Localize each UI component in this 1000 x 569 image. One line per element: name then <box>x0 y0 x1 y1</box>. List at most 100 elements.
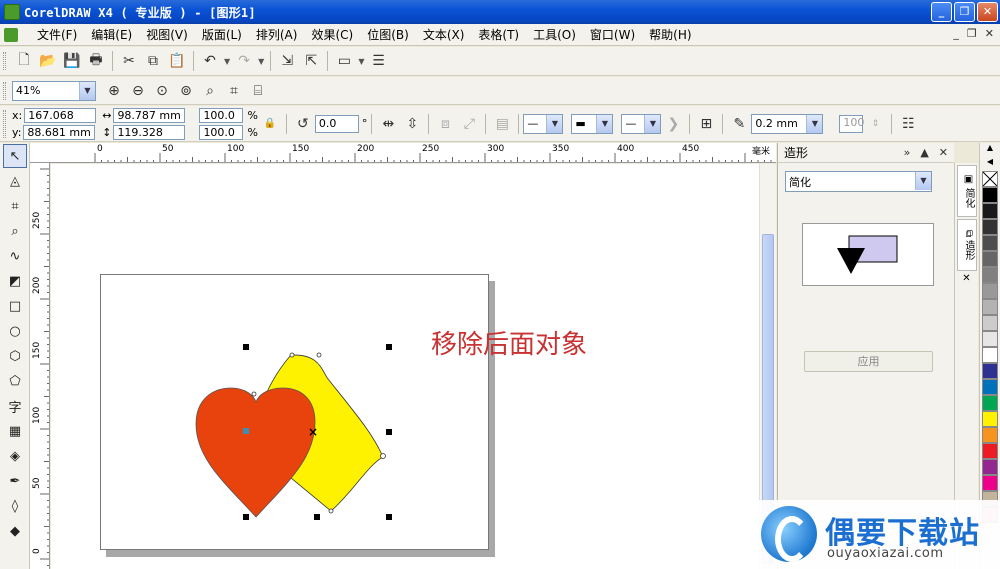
mirror-vertical-icon[interactable]: ⇳ <box>401 113 423 135</box>
new-icon[interactable]: 🗋 <box>13 50 35 72</box>
zoom-page-icon[interactable]: ⌕ <box>199 80 221 102</box>
doc-restore-icon[interactable]: ❐ <box>967 27 977 40</box>
zoom-dropdown-icon[interactable]: ▼ <box>79 81 95 100</box>
color-swatch[interactable] <box>982 443 998 459</box>
zoom-tool-icon[interactable]: ⌕ <box>3 219 27 243</box>
document-icon[interactable] <box>4 27 18 42</box>
opacity-spin-icon[interactable]: ⇕ <box>864 113 886 135</box>
polygon-tool-icon[interactable]: ⬡ <box>3 344 27 368</box>
menu-table[interactable]: 表格(T) <box>471 26 526 43</box>
color-swatch[interactable] <box>982 459 998 475</box>
height-field[interactable]: 119.328 mm <box>113 124 186 152</box>
docker-minimize-icon[interactable]: ▲ <box>920 146 928 159</box>
opacity-field[interactable]: 100 <box>839 114 864 133</box>
eyedropper-tool-icon[interactable]: ✒ <box>3 469 27 493</box>
toolbar-grip[interactable] <box>3 81 6 100</box>
center-node-marker[interactable] <box>243 428 249 434</box>
color-swatch[interactable] <box>982 411 998 427</box>
no-fill-swatch[interactable] <box>982 171 998 187</box>
palette-menu-icon[interactable]: ◀ <box>980 157 1000 171</box>
shape-tool-icon[interactable]: ◬ <box>3 169 27 193</box>
cut-icon[interactable]: ✂ <box>118 50 140 72</box>
color-swatch[interactable] <box>982 331 998 347</box>
zoom-out-icon[interactable]: ⊖ <box>127 80 149 102</box>
zoom-selected-icon[interactable]: ⊙ <box>151 80 173 102</box>
menu-view[interactable]: 视图(V) <box>139 26 195 43</box>
outline-dropdown-icon[interactable]: ▼ <box>806 114 823 133</box>
color-swatch[interactable] <box>982 299 998 315</box>
color-swatch[interactable] <box>982 379 998 395</box>
tab-shaping[interactable]: ⧉ 造形 <box>957 219 977 271</box>
end-arrow-combo[interactable]: — ▼ <box>621 113 662 134</box>
convert-to-curves-icon[interactable]: ⊞ <box>695 113 717 135</box>
menu-text[interactable]: 文本(X) <box>416 26 472 43</box>
table-tool-icon[interactable]: ▦ <box>3 419 27 443</box>
export-icon[interactable]: ⇱ <box>300 50 322 72</box>
zoom-all-objects-icon[interactable]: ⊚ <box>175 80 197 102</box>
rotation-field[interactable]: 0.0 <box>314 114 359 133</box>
shaping-mode-combo[interactable]: 简化 ▼ <box>785 171 932 192</box>
crop-tool-icon[interactable]: ⌗ <box>3 194 27 218</box>
fill-tool-icon[interactable]: ◆ <box>3 519 27 543</box>
menu-effects[interactable]: 效果(C) <box>304 26 360 43</box>
color-swatch[interactable] <box>982 315 998 331</box>
rotation-center-icon[interactable]: × <box>308 425 318 439</box>
print-icon[interactable]: 🖶 <box>85 50 107 72</box>
red-heart-shape[interactable] <box>195 387 316 518</box>
color-swatch[interactable] <box>982 267 998 283</box>
undo-dropdown-icon[interactable]: ▼ <box>224 57 230 66</box>
horizontal-ruler[interactable]: 0 50 100 150 200 250 300 350 400 450 毫米 <box>30 143 776 163</box>
y-position-field[interactable]: 88.681 mm <box>23 124 96 140</box>
ellipse-tool-icon[interactable]: ○ <box>3 319 27 343</box>
align-distribute-icon[interactable]: ☷ <box>897 113 919 135</box>
basic-shapes-tool-icon[interactable]: ⬠ <box>3 369 27 393</box>
pick-tool-icon[interactable]: ↖ <box>3 144 27 168</box>
close-button[interactable]: ✕ <box>977 2 998 22</box>
menu-edit[interactable]: 编辑(E) <box>84 26 139 43</box>
menu-bitmaps[interactable]: 位图(B) <box>360 26 416 43</box>
zoom-page-width-icon[interactable]: ⌗ <box>223 80 245 102</box>
menu-file[interactable]: 文件(F) <box>30 26 84 43</box>
mirror-horizontal-icon[interactable]: ⇹ <box>377 113 399 135</box>
rectangle-tool-icon[interactable]: □ <box>3 294 27 318</box>
doc-close-icon[interactable]: ✕ <box>985 27 994 40</box>
start-arrow-combo[interactable]: — ▼ <box>523 113 564 134</box>
x-position-field[interactable]: 167.068 mm <box>24 107 97 135</box>
smart-fill-tool-icon[interactable]: ◩ <box>3 269 27 293</box>
color-swatch[interactable] <box>982 283 998 299</box>
outline-tool-icon[interactable]: ◊ <box>3 494 27 518</box>
lock-ratio-icon[interactable]: 🔒 <box>259 113 281 135</box>
shaping-mode-dropdown-icon[interactable]: ▼ <box>915 172 931 190</box>
drawing-canvas[interactable]: × 移除后面对象 <box>51 164 759 569</box>
color-swatch[interactable] <box>982 363 998 379</box>
minimize-button[interactable]: _ <box>931 2 952 22</box>
palette-scroll-up-icon[interactable]: ▲ <box>980 143 1000 157</box>
docker-close-icon[interactable]: ✕ <box>939 146 948 159</box>
doc-minimize-icon[interactable]: _ <box>953 27 959 40</box>
arrow-toggle-icon[interactable]: ❯ <box>662 113 684 135</box>
tab-simplify[interactable]: ▣ 简化 <box>957 165 977 217</box>
menu-window[interactable]: 窗口(W) <box>583 26 642 43</box>
color-swatch[interactable] <box>982 427 998 443</box>
vertical-ruler[interactable]: 250 200 150 100 50 0 <box>30 163 50 569</box>
color-swatch[interactable] <box>982 203 998 219</box>
width-field[interactable]: 98.787 mm <box>113 107 186 123</box>
zoom-in-icon[interactable]: ⊕ <box>103 80 125 102</box>
redo-dropdown-icon[interactable]: ▼ <box>258 57 264 66</box>
scale-y-field[interactable]: 100.0 <box>199 124 244 140</box>
import-icon[interactable]: ⇲ <box>276 50 298 72</box>
scale-x-field[interactable]: 100.0 <box>199 107 244 123</box>
text-tool-icon[interactable]: 字 <box>3 394 27 418</box>
zoom-level-combo[interactable]: 41% ▼ <box>12 80 96 101</box>
launcher-dropdown-icon[interactable]: ▼ <box>358 57 364 66</box>
color-swatch[interactable] <box>982 395 998 411</box>
freehand-tool-icon[interactable]: ∿ <box>3 244 27 268</box>
save-icon[interactable]: 💾 <box>61 50 83 72</box>
zoom-page-height-icon[interactable]: ⌸ <box>247 80 269 102</box>
combine-icon[interactable]: ⧈ <box>434 113 456 135</box>
color-swatch[interactable] <box>982 347 998 363</box>
toolbar-grip[interactable] <box>3 52 6 70</box>
menu-tools[interactable]: 工具(O) <box>526 26 583 43</box>
undo-icon[interactable]: ↶ <box>199 50 221 72</box>
redo-icon[interactable]: ↷ <box>233 50 255 72</box>
